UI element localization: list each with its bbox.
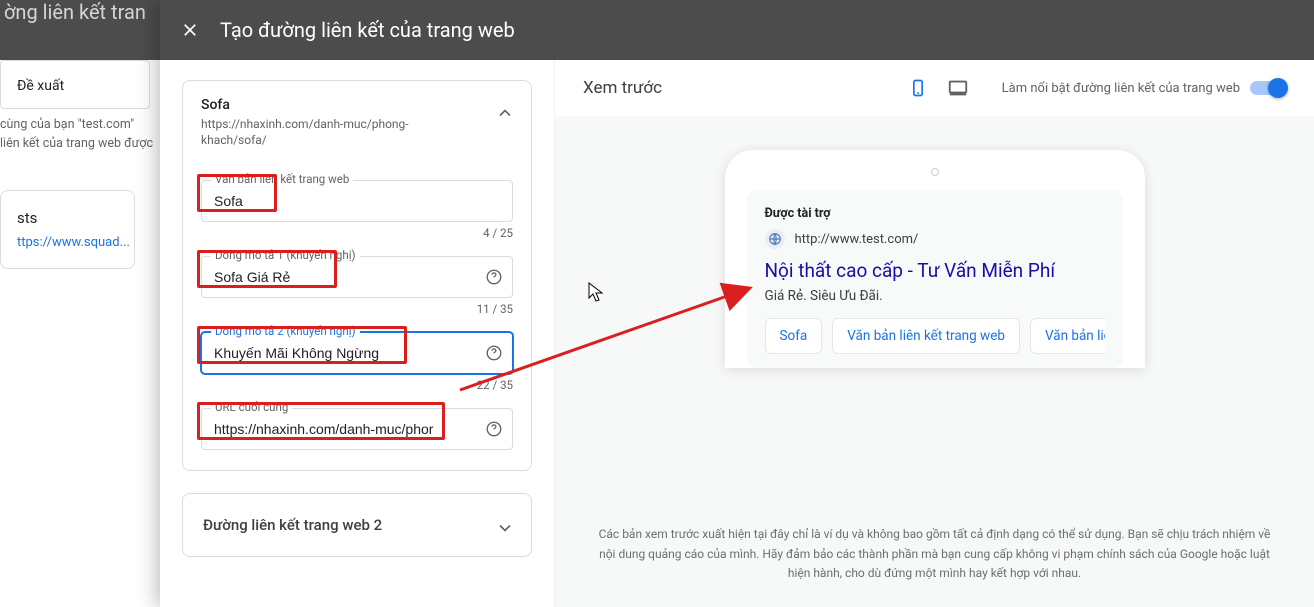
mobile-preview-button[interactable] bbox=[898, 68, 938, 108]
bg-tab: Đề xuất bbox=[0, 60, 150, 109]
field-link-text: Văn bản liên kết trang web bbox=[201, 180, 513, 222]
monitor-icon bbox=[947, 77, 969, 99]
card-header[interactable]: Sofa https://nhaxinh.com/danh-muc/phong-… bbox=[183, 81, 531, 162]
cursor-icon bbox=[588, 282, 604, 302]
phone-frame: Được tài trợ http://www.test.com/ Nội th… bbox=[725, 150, 1145, 368]
sitelink-chip[interactable]: Văn bản liên kết t bbox=[1030, 318, 1105, 354]
sitelink-chips: Sofa Văn bản liên kết trang web Văn bản … bbox=[765, 318, 1105, 354]
field-final-url: URL cuối cùng bbox=[201, 408, 513, 450]
help-icon[interactable] bbox=[485, 268, 503, 286]
desc2-input[interactable] bbox=[201, 332, 513, 374]
ad-url: http://www.test.com/ bbox=[795, 232, 919, 247]
desktop-preview-button[interactable] bbox=[938, 68, 978, 108]
field-label: URL cuối cùng bbox=[211, 400, 292, 414]
smartphone-icon bbox=[908, 78, 928, 98]
ad-preview-card: Được tài trợ http://www.test.com/ Nội th… bbox=[747, 190, 1123, 368]
field-desc2: Dòng mô tả 2 (khuyến nghị) bbox=[201, 332, 513, 374]
bg-crumb: ờng liên kết tran bbox=[4, 0, 146, 24]
counter: 11 / 35 bbox=[201, 302, 513, 316]
close-button[interactable] bbox=[178, 18, 202, 42]
help-icon[interactable] bbox=[485, 420, 503, 438]
bg-card-link: ttps://www.squad... bbox=[17, 235, 130, 250]
globe-icon bbox=[765, 229, 785, 249]
preview-disclaimer: Các bản xem trước xuất hiện tại đây chỉ … bbox=[555, 507, 1314, 607]
card-title: Đường liên kết trang web 2 bbox=[203, 516, 382, 534]
chevron-up-icon bbox=[495, 103, 515, 123]
card-title: Sofa bbox=[201, 97, 513, 113]
card-url: https://nhaxinh.com/danh-muc/phong-khach… bbox=[201, 117, 431, 148]
field-label: Văn bản liên kết trang web bbox=[211, 172, 353, 186]
desc1-input[interactable] bbox=[201, 256, 513, 298]
chevron-down-icon bbox=[495, 518, 515, 538]
field-label: Dòng mô tả 2 (khuyến nghị) bbox=[211, 324, 360, 338]
sitelink-card-2: Đường liên kết trang web 2 bbox=[182, 493, 532, 557]
sitelink-chip[interactable]: Văn bản liên kết trang web bbox=[832, 318, 1020, 354]
form-pane: Sofa https://nhaxinh.com/danh-muc/phong-… bbox=[160, 60, 554, 607]
preview-title: Xem trước bbox=[583, 78, 898, 98]
link-text-input[interactable] bbox=[201, 180, 513, 222]
highlight-toggle-label: Làm nổi bật đường liên kết của trang web bbox=[1002, 81, 1240, 96]
phone-stage: Được tài trợ http://www.test.com/ Nội th… bbox=[555, 116, 1314, 607]
preview-toolbar: Xem trước Làm nổi bật đường liên kết của… bbox=[555, 60, 1314, 116]
sitelink-chip[interactable]: Sofa bbox=[765, 318, 823, 354]
dialog-title: Tạo đường liên kết của trang web bbox=[220, 18, 515, 42]
final-url-input[interactable] bbox=[201, 408, 513, 450]
preview-pane: Xem trước Làm nổi bật đường liên kết của… bbox=[554, 60, 1314, 607]
dialog-header: Tạo đường liên kết của trang web bbox=[160, 0, 1314, 60]
help-icon[interactable] bbox=[485, 344, 503, 362]
sitelink-card-1: Sofa https://nhaxinh.com/danh-muc/phong-… bbox=[182, 80, 532, 471]
field-label: Dòng mô tả 1 (khuyến nghị) bbox=[211, 248, 360, 262]
ad-headline: Nội thất cao cấp - Tư Vấn Miễn Phí bbox=[765, 259, 1105, 282]
phone-notch-icon bbox=[931, 168, 939, 176]
bg-card: sts ttps://www.squad... bbox=[0, 190, 135, 269]
ad-description: Giá Rẻ. Siêu Ưu Đãi. bbox=[765, 288, 1105, 304]
sitelink-dialog: Tạo đường liên kết của trang web Sofa ht… bbox=[160, 0, 1314, 607]
highlight-toggle[interactable] bbox=[1250, 81, 1286, 95]
field-desc1: Dòng mô tả 1 (khuyến nghị) bbox=[201, 256, 513, 298]
bg-text: cùng của bạn "test.com" liên kết của tra… bbox=[0, 116, 153, 154]
counter: 22 / 35 bbox=[201, 378, 513, 392]
close-icon bbox=[181, 21, 199, 39]
card-header[interactable]: Đường liên kết trang web 2 bbox=[183, 494, 531, 556]
counter: 4 / 25 bbox=[201, 226, 513, 240]
sponsored-label: Được tài trợ bbox=[765, 206, 1105, 221]
